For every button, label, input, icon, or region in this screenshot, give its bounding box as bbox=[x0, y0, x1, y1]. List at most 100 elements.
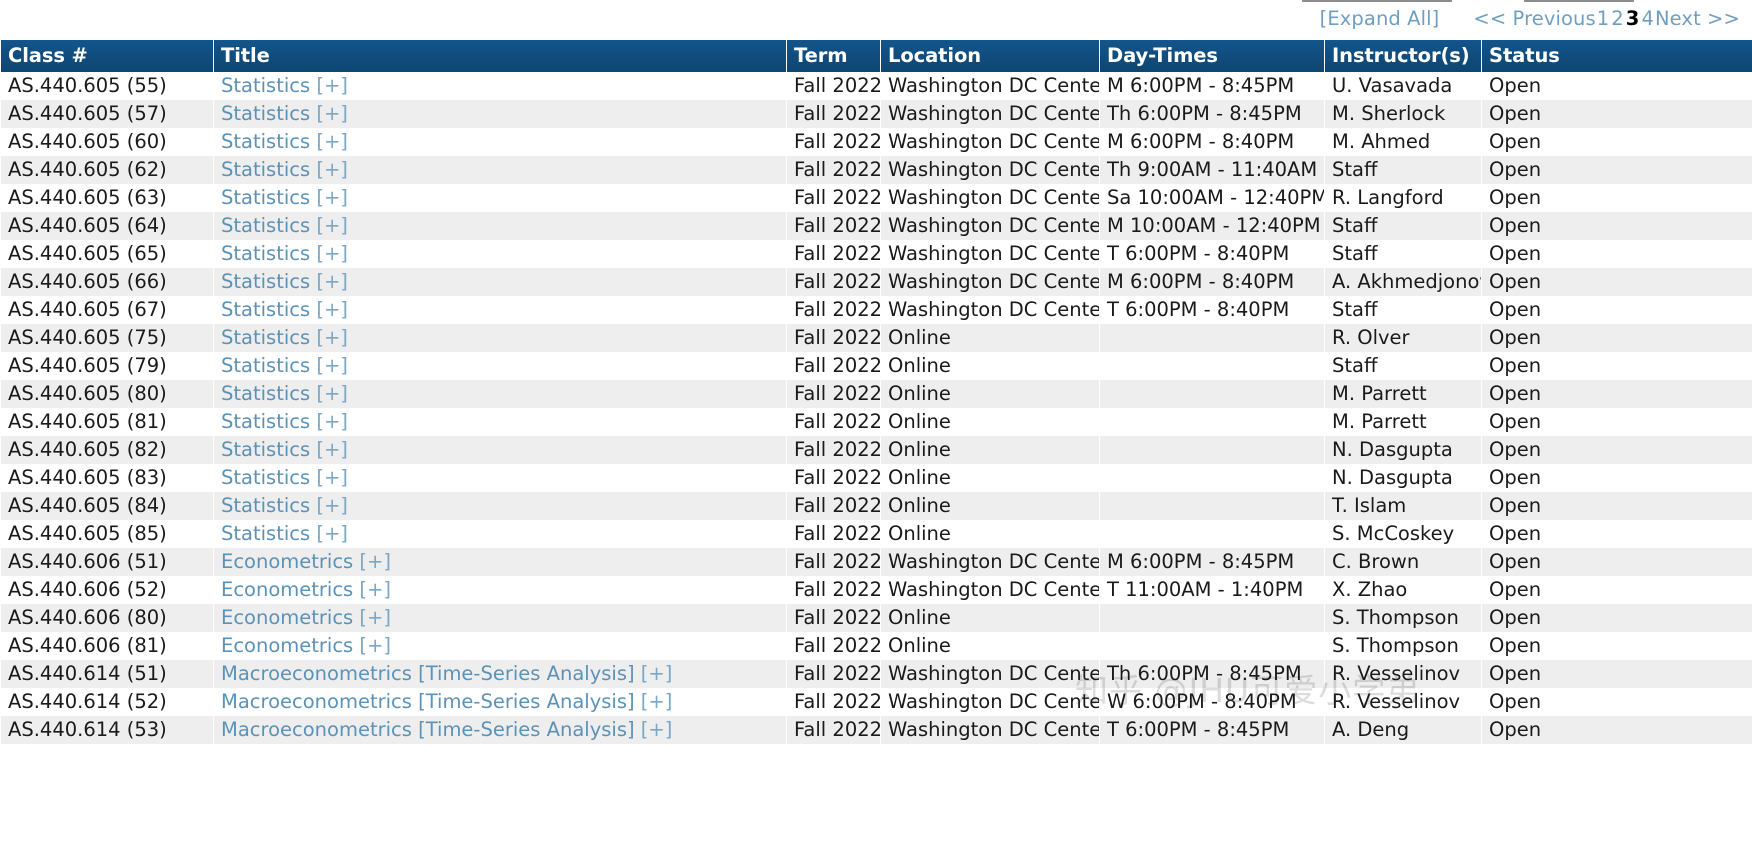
expand-row-toggle[interactable]: [+] bbox=[641, 662, 673, 685]
cell-instructor: X. Zhao bbox=[1325, 576, 1481, 604]
course-title-link[interactable]: Statistics bbox=[221, 382, 310, 405]
expand-row-toggle[interactable]: [+] bbox=[316, 270, 348, 293]
cell-title: Econometrics [+] bbox=[214, 632, 786, 660]
expand-row-toggle[interactable]: [+] bbox=[316, 158, 348, 181]
expand-row-toggle[interactable]: [+] bbox=[641, 690, 673, 713]
cell-location: Washington DC Center bbox=[881, 716, 1099, 744]
cell-day-times: T 6:00PM - 8:40PM bbox=[1100, 240, 1324, 268]
course-title-link[interactable]: Statistics bbox=[221, 522, 310, 545]
course-title-link[interactable]: Macroeconometrics [Time-Series Analysis] bbox=[221, 690, 635, 713]
course-title-link[interactable]: Econometrics bbox=[221, 634, 353, 657]
table-row: AS.440.605 (83) Statistics [+] Fall 2022 On… bbox=[1, 464, 1752, 492]
cell-location: Online bbox=[881, 492, 1099, 520]
course-title-link[interactable]: Statistics bbox=[221, 438, 310, 461]
column-header-instructors[interactable]: Instructor(s) bbox=[1325, 40, 1481, 72]
cell-title: Statistics [+] bbox=[214, 268, 786, 296]
table-row: AS.440.605 (55) Statistics [+] Fall 2022 Wa… bbox=[1, 72, 1752, 100]
cell-title: Statistics [+] bbox=[214, 156, 786, 184]
cell-instructor: Staff bbox=[1325, 296, 1481, 324]
course-title-link[interactable]: Macroeconometrics [Time-Series Analysis] bbox=[221, 662, 635, 685]
cell-class-number: AS.440.614 (52) bbox=[1, 688, 213, 716]
expand-row-toggle[interactable]: [+] bbox=[316, 130, 348, 153]
cell-title: Statistics [+] bbox=[214, 380, 786, 408]
cell-location: Washington DC Center bbox=[881, 156, 1099, 184]
cell-term: Fall 2022 bbox=[787, 380, 880, 408]
course-title-link[interactable]: Statistics bbox=[221, 74, 310, 97]
cell-location: Washington DC Center bbox=[881, 128, 1099, 156]
cell-day-times: T 6:00PM - 8:45PM bbox=[1100, 716, 1324, 744]
column-header-status[interactable]: Status bbox=[1482, 40, 1752, 72]
cell-location: Online bbox=[881, 408, 1099, 436]
course-title-link[interactable]: Statistics bbox=[221, 494, 310, 517]
page-link-4[interactable]: 4 bbox=[1641, 7, 1654, 30]
column-header-term[interactable]: Term bbox=[787, 40, 880, 72]
cell-title: Statistics [+] bbox=[214, 324, 786, 352]
page-root: [Expand All] << Previous1 2 3 4Next >> Clas… bbox=[0, 0, 1752, 844]
cell-status: Open bbox=[1482, 604, 1752, 632]
expand-row-toggle[interactable]: [+] bbox=[316, 214, 348, 237]
table-header-row: Class # Title Term Location Day-Times In… bbox=[1, 40, 1752, 72]
cell-term: Fall 2022 bbox=[787, 296, 880, 324]
cell-day-times bbox=[1100, 436, 1324, 464]
cell-instructor: S. Thompson bbox=[1325, 632, 1481, 660]
expand-row-toggle[interactable]: [+] bbox=[316, 326, 348, 349]
cell-instructor: R. Olver bbox=[1325, 324, 1481, 352]
expand-row-toggle[interactable]: [+] bbox=[316, 382, 348, 405]
expand-row-toggle[interactable]: [+] bbox=[359, 578, 391, 601]
cell-term: Fall 2022 bbox=[787, 436, 880, 464]
expand-row-toggle[interactable]: [+] bbox=[359, 606, 391, 629]
page-link-2[interactable]: 2 bbox=[1611, 7, 1624, 30]
expand-row-toggle[interactable]: [+] bbox=[316, 494, 348, 517]
column-header-location[interactable]: Location bbox=[881, 40, 1099, 72]
expand-row-toggle[interactable]: [+] bbox=[316, 298, 348, 321]
cell-title: Macroeconometrics [Time-Series Analysis]… bbox=[214, 688, 786, 716]
course-title-link[interactable]: Econometrics bbox=[221, 550, 353, 573]
cell-class-number: AS.440.606 (81) bbox=[1, 632, 213, 660]
expand-row-toggle[interactable]: [+] bbox=[359, 634, 391, 657]
course-title-link[interactable]: Statistics bbox=[221, 354, 310, 377]
column-header-day-times[interactable]: Day-Times bbox=[1100, 40, 1324, 72]
expand-row-toggle[interactable]: [+] bbox=[316, 522, 348, 545]
cell-term: Fall 2022 bbox=[787, 520, 880, 548]
expand-row-toggle[interactable]: [+] bbox=[316, 354, 348, 377]
expand-row-toggle[interactable]: [+] bbox=[316, 102, 348, 125]
cell-title: Statistics [+] bbox=[214, 436, 786, 464]
expand-row-toggle[interactable]: [+] bbox=[316, 242, 348, 265]
course-title-link[interactable]: Statistics bbox=[221, 298, 310, 321]
column-header-class-number[interactable]: Class # bbox=[1, 40, 213, 72]
toolbar-button-stub-left[interactable] bbox=[1302, 0, 1452, 2]
expand-row-toggle[interactable]: [+] bbox=[316, 74, 348, 97]
expand-row-toggle[interactable]: [+] bbox=[359, 550, 391, 573]
course-title-link[interactable]: Statistics bbox=[221, 242, 310, 265]
next-page-link[interactable]: Next >> bbox=[1655, 7, 1740, 30]
course-title-link[interactable]: Econometrics bbox=[221, 606, 353, 629]
expand-all-link[interactable]: [Expand All] bbox=[1320, 7, 1440, 30]
course-title-link[interactable]: Macroeconometrics [Time-Series Analysis] bbox=[221, 718, 635, 741]
course-title-link[interactable]: Statistics bbox=[221, 130, 310, 153]
column-header-title[interactable]: Title bbox=[214, 40, 786, 72]
course-title-link[interactable]: Statistics bbox=[221, 326, 310, 349]
cell-title: Statistics [+] bbox=[214, 408, 786, 436]
toolbar-button-stub-right[interactable] bbox=[1524, 0, 1634, 2]
course-title-link[interactable]: Statistics bbox=[221, 270, 310, 293]
page-link-1[interactable]: 1 bbox=[1597, 7, 1610, 30]
expand-row-toggle[interactable]: [+] bbox=[641, 718, 673, 741]
cell-location: Washington DC Center bbox=[881, 240, 1099, 268]
previous-page-link[interactable]: << Previous bbox=[1473, 7, 1595, 30]
cell-location: Washington DC Center bbox=[881, 212, 1099, 240]
course-title-link[interactable]: Statistics bbox=[221, 158, 310, 181]
course-title-link[interactable]: Statistics bbox=[221, 186, 310, 209]
expand-row-toggle[interactable]: [+] bbox=[316, 410, 348, 433]
course-title-link[interactable]: Econometrics bbox=[221, 578, 353, 601]
course-title-link[interactable]: Statistics bbox=[221, 102, 310, 125]
cell-location: Online bbox=[881, 632, 1099, 660]
cell-instructor: Staff bbox=[1325, 240, 1481, 268]
course-title-link[interactable]: Statistics bbox=[221, 214, 310, 237]
expand-row-toggle[interactable]: [+] bbox=[316, 466, 348, 489]
course-title-link[interactable]: Statistics bbox=[221, 466, 310, 489]
expand-row-toggle[interactable]: [+] bbox=[316, 438, 348, 461]
cell-status: Open bbox=[1482, 128, 1752, 156]
cell-class-number: AS.440.605 (84) bbox=[1, 492, 213, 520]
course-title-link[interactable]: Statistics bbox=[221, 410, 310, 433]
expand-row-toggle[interactable]: [+] bbox=[316, 186, 348, 209]
